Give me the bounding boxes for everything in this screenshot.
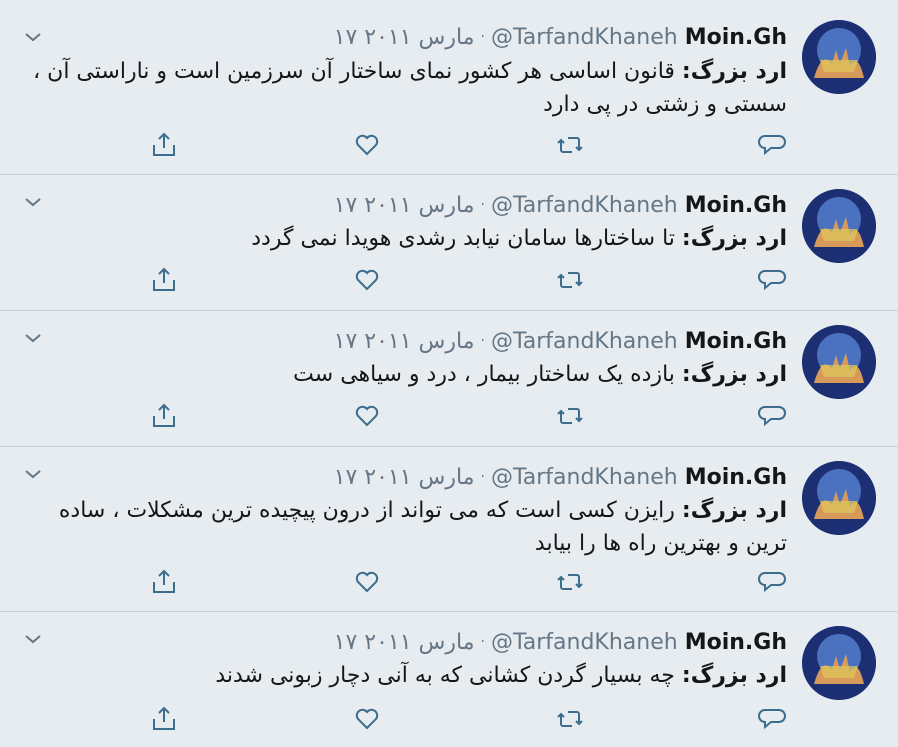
- chevron-down-icon[interactable]: [22, 463, 44, 485]
- tweet-actions: [0, 130, 898, 160]
- timeline: ۱۷ مارس ۲۰۱۱ · @TarfandKhaneh Moin.Gh ارد …: [0, 0, 898, 747]
- author-prefix: ارد بزرگ:: [681, 362, 787, 387]
- avatar[interactable]: [802, 461, 876, 535]
- display-name[interactable]: Moin.Gh: [685, 193, 787, 218]
- reply-icon[interactable]: [757, 401, 787, 431]
- share-icon[interactable]: [149, 567, 179, 597]
- tweet-body: بازده یک ساختار بیمار ، درد و سیاهی ست: [293, 362, 682, 387]
- share-icon[interactable]: [149, 704, 179, 734]
- separator: ·: [480, 333, 485, 349]
- handle[interactable]: @TarfandKhaneh: [491, 465, 678, 490]
- tweet-body: رایزن کسی است که می تواند از درون پیچیده…: [58, 498, 787, 556]
- tweet-text: ارد بزرگ: چه بسیار گردن کشانی که به آنی …: [32, 659, 787, 692]
- handle[interactable]: @TarfandKhaneh: [491, 193, 678, 218]
- display-name[interactable]: Moin.Gh: [685, 465, 787, 490]
- tweet-header: ۱۷ مارس ۲۰۱۱ · @TarfandKhaneh Moin.Gh: [334, 326, 787, 357]
- tweet-date[interactable]: ۱۷ مارس ۲۰۱۱: [334, 193, 475, 218]
- heart-icon[interactable]: [352, 567, 382, 597]
- reply-icon[interactable]: [757, 130, 787, 160]
- separator: ·: [480, 29, 485, 45]
- separator: ·: [480, 634, 485, 650]
- heart-icon[interactable]: [352, 130, 382, 160]
- share-icon[interactable]: [149, 401, 179, 431]
- tweet[interactable]: ۱۷ مارس ۲۰۱۱ · @TarfandKhaneh Moin.Gh ارد …: [0, 311, 898, 447]
- share-icon[interactable]: [149, 265, 179, 295]
- display-name[interactable]: Moin.Gh: [685, 630, 787, 655]
- chevron-down-icon[interactable]: [22, 191, 44, 213]
- author-prefix: ارد بزرگ:: [681, 498, 787, 523]
- tweet-header: ۱۷ مارس ۲۰۱۱ · @TarfandKhaneh Moin.Gh: [334, 22, 787, 53]
- heart-icon[interactable]: [352, 704, 382, 734]
- handle[interactable]: @TarfandKhaneh: [491, 329, 678, 354]
- tweet[interactable]: ۱۷ مارس ۲۰۱۱ · @TarfandKhaneh Moin.Gh ارد …: [0, 0, 898, 175]
- tweet-actions: [0, 401, 898, 431]
- reply-icon[interactable]: [757, 704, 787, 734]
- display-name[interactable]: Moin.Gh: [685, 25, 787, 50]
- author-prefix: ارد بزرگ:: [681, 663, 787, 688]
- chevron-down-icon[interactable]: [22, 327, 44, 349]
- handle[interactable]: @TarfandKhaneh: [491, 630, 678, 655]
- share-icon[interactable]: [149, 130, 179, 160]
- separator: ·: [480, 197, 485, 213]
- author-prefix: ارد بزرگ:: [681, 59, 787, 84]
- retweet-icon[interactable]: [555, 567, 585, 597]
- tweet-text: ارد بزرگ: رایزن کسی است که می تواند از د…: [32, 494, 787, 560]
- tweet-date[interactable]: ۱۷ مارس ۲۰۱۱: [334, 465, 475, 490]
- tweet-date[interactable]: ۱۷ مارس ۲۰۱۱: [334, 25, 475, 50]
- reply-icon[interactable]: [757, 265, 787, 295]
- tweet[interactable]: ۱۷ مارس ۲۰۱۱ · @TarfandKhaneh Moin.Gh ارد …: [0, 175, 898, 311]
- tweet-body: تا ساختارها سامان نیابد رشدی هویدا نمی گ…: [251, 226, 682, 251]
- tweet-header: ۱۷ مارس ۲۰۱۱ · @TarfandKhaneh Moin.Gh: [334, 627, 787, 658]
- tweet-actions: [0, 265, 898, 295]
- tweet-actions: [0, 567, 898, 597]
- tweet-body: قانون اساسی هر کشور نمای ساختار آن سرزمی…: [33, 59, 787, 117]
- tweet-body: چه بسیار گردن کشانی که به آنی دچار زبونی…: [215, 663, 682, 688]
- tweet-actions: [0, 704, 898, 734]
- retweet-icon[interactable]: [555, 130, 585, 160]
- heart-icon[interactable]: [352, 265, 382, 295]
- retweet-icon[interactable]: [555, 265, 585, 295]
- chevron-down-icon[interactable]: [22, 628, 44, 650]
- reply-icon[interactable]: [757, 567, 787, 597]
- tweet-header: ۱۷ مارس ۲۰۱۱ · @TarfandKhaneh Moin.Gh: [334, 190, 787, 221]
- tweet-header: ۱۷ مارس ۲۰۱۱ · @TarfandKhaneh Moin.Gh: [334, 462, 787, 493]
- separator: ·: [480, 469, 485, 485]
- avatar[interactable]: [802, 20, 876, 94]
- tweet[interactable]: ۱۷ مارس ۲۰۱۱ · @TarfandKhaneh Moin.Gh ارد …: [0, 612, 898, 747]
- tweet-text: ارد بزرگ: بازده یک ساختار بیمار ، درد و …: [32, 358, 787, 391]
- tweet-date[interactable]: ۱۷ مارس ۲۰۱۱: [334, 630, 475, 655]
- tweet-text: ارد بزرگ: تا ساختارها سامان نیابد رشدی ه…: [32, 222, 787, 255]
- tweet-text: ارد بزرگ: قانون اساسی هر کشور نمای ساختا…: [32, 55, 787, 121]
- avatar[interactable]: [802, 626, 876, 700]
- tweet[interactable]: ۱۷ مارس ۲۰۱۱ · @TarfandKhaneh Moin.Gh ارد …: [0, 447, 898, 612]
- retweet-icon[interactable]: [555, 401, 585, 431]
- tweet-date[interactable]: ۱۷ مارس ۲۰۱۱: [334, 329, 475, 354]
- avatar[interactable]: [802, 325, 876, 399]
- avatar[interactable]: [802, 189, 876, 263]
- display-name[interactable]: Moin.Gh: [685, 329, 787, 354]
- handle[interactable]: @TarfandKhaneh: [491, 25, 678, 50]
- retweet-icon[interactable]: [555, 704, 585, 734]
- heart-icon[interactable]: [352, 401, 382, 431]
- chevron-down-icon[interactable]: [22, 26, 44, 48]
- author-prefix: ارد بزرگ:: [681, 226, 787, 251]
